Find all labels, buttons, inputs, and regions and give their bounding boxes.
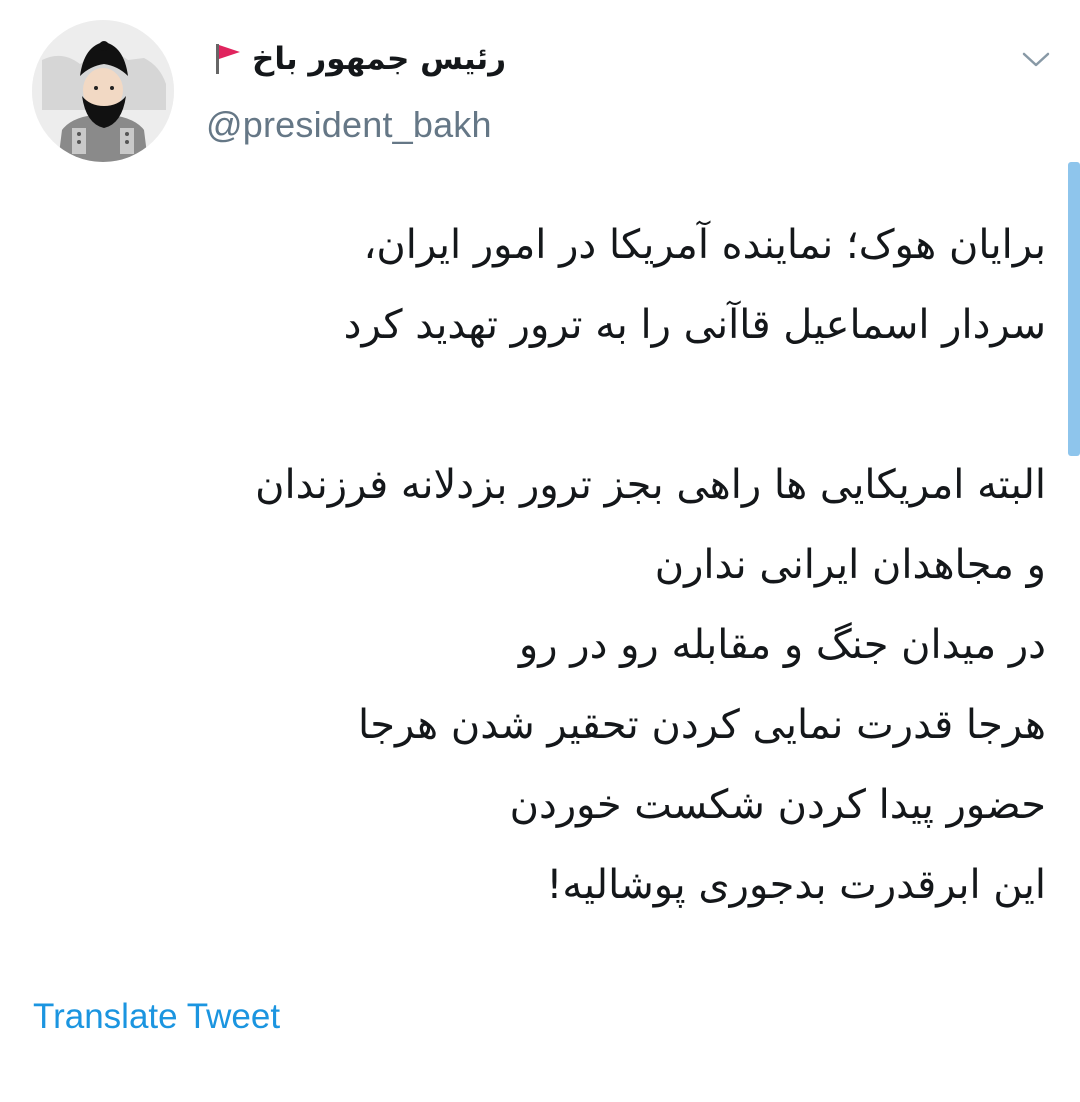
tweet-line: و مجاهدان ایرانی ندارن [654,542,1046,588]
bearded-man-avatar-icon [32,20,174,162]
display-name[interactable]: رئیس جمهور باخ [212,32,506,86]
tweet-line: برایان هوک؛ نماینده آمریکا در امور ایران… [363,222,1046,268]
tweet-line: هرجا قدرت نمایی کردن تحقیر شدن هرجا [358,702,1046,748]
user-handle[interactable]: @president_bakh [206,104,492,146]
tweet-line: در میدان جنگ و مقابله رو در رو [518,622,1046,668]
scrollbar[interactable] [1068,162,1080,456]
chevron-down-icon [1022,52,1050,67]
tweet-line: البته امریکایی ها راهی بجز ترور بزدلانه … [255,462,1046,508]
translate-tweet-link[interactable]: Translate Tweet [33,997,280,1037]
avatar[interactable] [32,20,174,162]
tweet-line: حضور پیدا کردن شکست خوردن [509,782,1046,828]
display-name-text: رئیس جمهور باخ [252,41,507,77]
tweet-line: سردار اسماعیل قاآنی را به ترور تهدید کرد [343,302,1046,348]
tweet-text: برایان هوک؛ نماینده آمریکا در امور ایران… [26,205,1046,925]
red-flag-icon [212,42,244,76]
tweet-line: این ابرقدرت بدجوری پوشالیه! [546,862,1046,908]
tweet-menu-button[interactable] [1016,42,1056,78]
